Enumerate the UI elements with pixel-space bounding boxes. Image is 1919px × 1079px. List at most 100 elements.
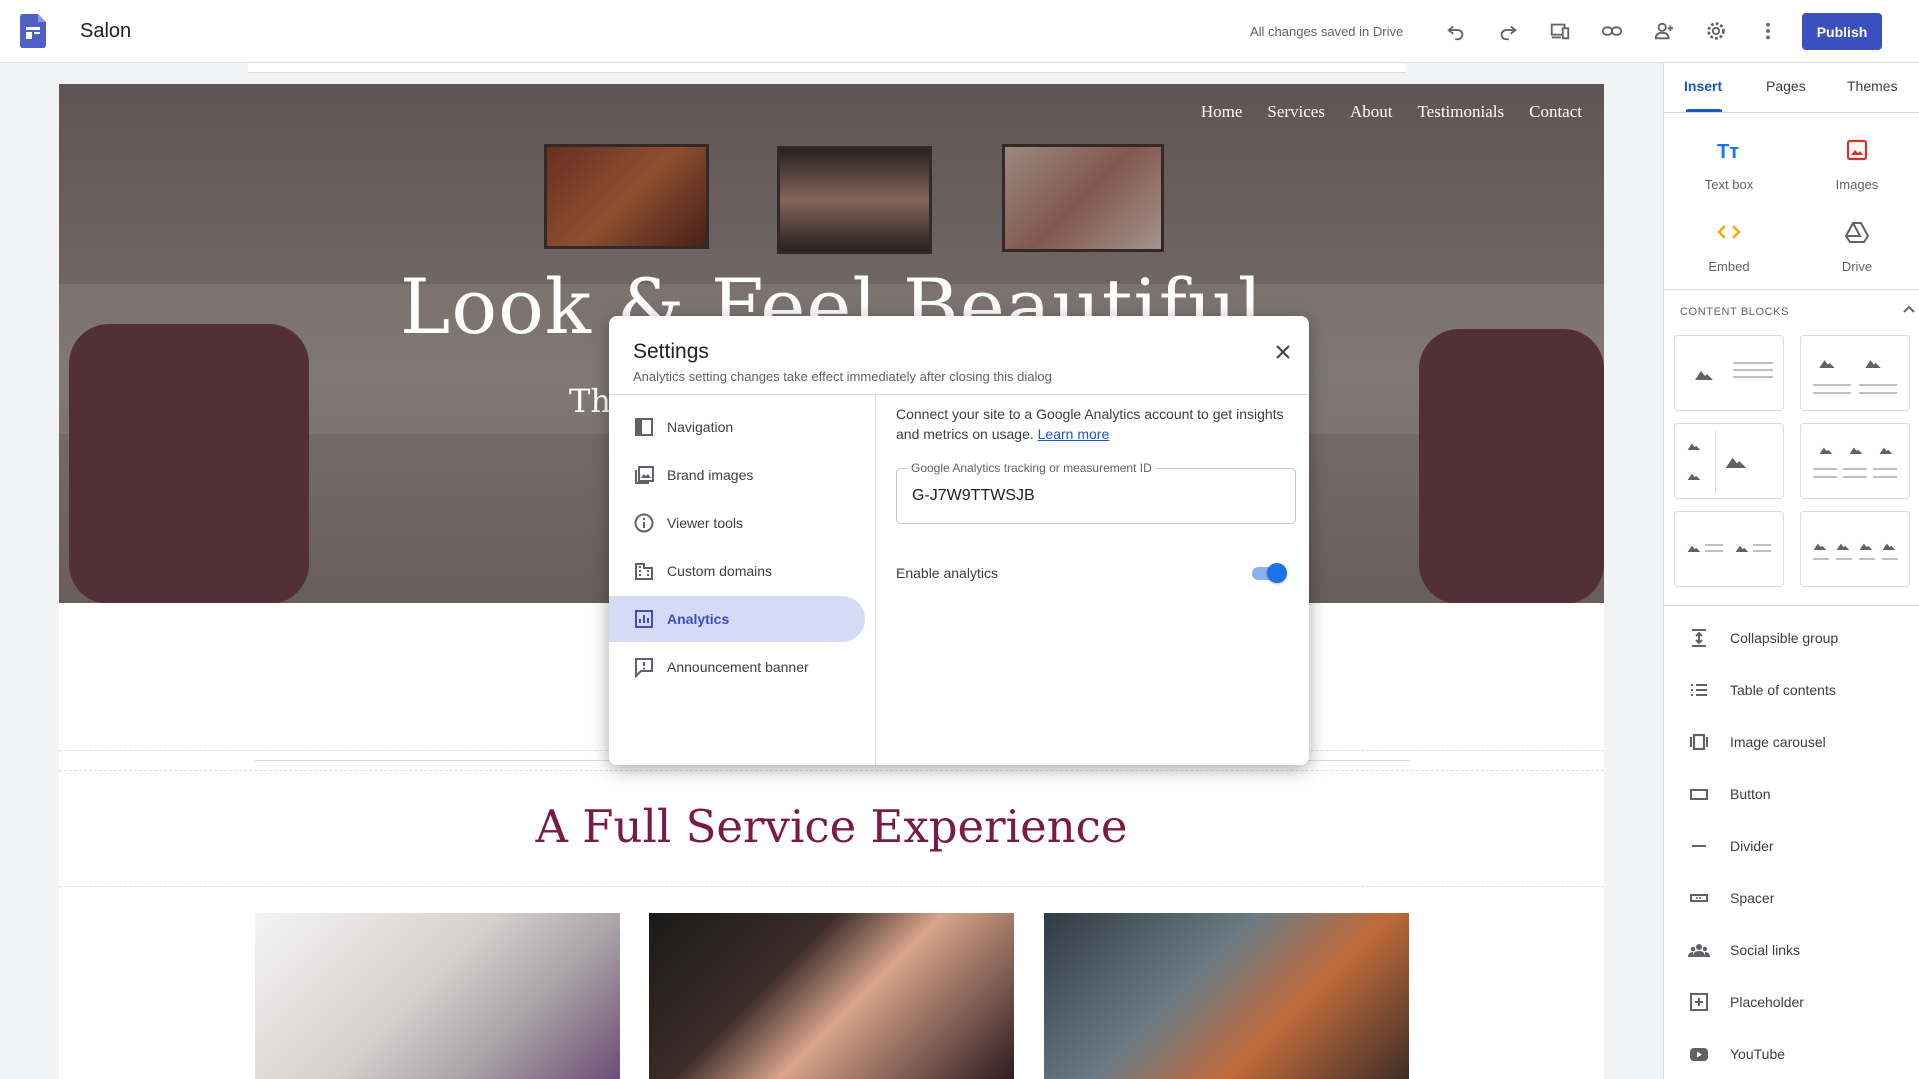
insert-divider[interactable]: Divider	[1664, 826, 1919, 866]
tab-pages[interactable]: Pages	[1766, 78, 1806, 94]
content-block-5[interactable]	[1674, 511, 1784, 587]
content-block-3[interactable]	[1674, 423, 1784, 499]
insert-image-carousel[interactable]: Image carousel	[1664, 722, 1919, 762]
settings-nav-analytics-label: Analytics	[667, 611, 730, 627]
settings-nav-custom-domains-label: Custom domains	[667, 563, 773, 579]
content-block-2[interactable]	[1800, 335, 1910, 411]
settings-nav-navigation[interactable]: Navigation	[609, 404, 865, 450]
content-block-1[interactable]	[1674, 335, 1784, 411]
insert-collapsible-group[interactable]: Collapsible group	[1664, 618, 1919, 658]
redo-icon[interactable]	[1493, 16, 1523, 46]
settings-nav-custom-domains[interactable]: Custom domains	[609, 548, 865, 594]
site-nav-testimonials[interactable]: Testimonials	[1417, 102, 1504, 122]
site-nav-services[interactable]: Services	[1267, 102, 1325, 122]
tab-insert[interactable]: Insert	[1684, 78, 1722, 94]
youtube-icon	[1690, 1048, 1708, 1061]
insert-table-of-contents[interactable]: Table of contents	[1664, 670, 1919, 710]
social-links-icon	[1688, 944, 1710, 957]
content-blocks-header: CONTENT BLOCKS	[1680, 306, 1790, 318]
settings-nav-viewer-tools[interactable]: Viewer tools	[609, 500, 865, 546]
share-add-person-icon[interactable]	[1649, 16, 1679, 46]
table-of-contents-icon	[1691, 684, 1707, 696]
enable-analytics-toggle[interactable]	[1249, 562, 1287, 584]
info-icon	[634, 513, 654, 533]
image-placeholder-icon	[1836, 543, 1850, 550]
collapsible-group-label: Collapsible group	[1730, 630, 1839, 646]
close-icon[interactable]	[1271, 340, 1295, 364]
site-nav-home[interactable]: Home	[1201, 102, 1243, 122]
insert-social-links[interactable]: Social links	[1664, 930, 1919, 970]
image-placeholder-icon	[1859, 543, 1873, 550]
analytics-id-value[interactable]: G-J7W9TTWSJB	[912, 487, 1035, 505]
preview-devices-icon[interactable]	[1545, 16, 1575, 46]
publish-button[interactable]: Publish	[1802, 13, 1882, 50]
link-icon[interactable]	[1597, 16, 1627, 46]
settings-gear-icon[interactable]	[1701, 16, 1731, 46]
more-options-icon[interactable]	[1753, 16, 1783, 46]
analytics-id-field[interactable]: Google Analytics tracking or measurement…	[896, 461, 1296, 524]
placeholder-label: Placeholder	[1730, 994, 1804, 1010]
content-block-4[interactable]	[1800, 423, 1910, 499]
insert-youtube[interactable]: YouTube	[1664, 1034, 1919, 1074]
text-line	[1813, 476, 1837, 478]
settings-nav-viewer-tools-label: Viewer tools	[667, 515, 744, 531]
service-image-1[interactable]	[255, 913, 620, 1079]
insert-spacer[interactable]: Spacer	[1664, 878, 1919, 918]
text-line	[1873, 476, 1897, 478]
service-image-3[interactable]	[1044, 913, 1409, 1079]
site-nav-contact[interactable]: Contact	[1529, 102, 1582, 122]
insert-placeholder[interactable]: Placeholder	[1664, 982, 1919, 1022]
analytics-description: Connect your site to a Google Analytics …	[896, 404, 1296, 444]
insert-drive-label: Drive	[1841, 259, 1873, 274]
settings-dialog: Settings Analytics setting changes take …	[609, 316, 1309, 765]
analytics-chart-icon	[635, 610, 653, 628]
divider-icon	[1692, 845, 1706, 847]
site-title[interactable]: Salon	[80, 20, 131, 43]
table-of-contents-label: Table of contents	[1730, 682, 1836, 698]
panel-tabs: Insert Pages Themes	[1664, 63, 1919, 113]
embed-code-icon	[1717, 225, 1741, 239]
section-title[interactable]: A Full Service Experience	[59, 800, 1604, 853]
insert-embed[interactable]: Embed	[1674, 213, 1784, 283]
save-status: All changes saved in Drive	[1250, 24, 1404, 39]
text-line	[1813, 558, 1829, 560]
content-block-6[interactable]	[1800, 511, 1910, 587]
settings-nav-brand-images-label: Brand images	[667, 467, 754, 483]
insert-text-box[interactable]: Tт Text box	[1674, 131, 1784, 201]
insert-images[interactable]: Images	[1802, 131, 1912, 201]
text-line	[1813, 392, 1851, 394]
toggle-knob	[1267, 563, 1287, 583]
settings-nav-analytics[interactable]: Analytics	[609, 596, 865, 642]
button-label: Button	[1730, 786, 1771, 802]
insert-text-box-label: Text box	[1704, 177, 1754, 192]
text-line	[1813, 468, 1837, 470]
panel-divider	[1664, 605, 1919, 606]
chevron-up-icon[interactable]	[1899, 299, 1919, 319]
text-box-icon: Tт	[1717, 141, 1739, 163]
youtube-label: YouTube	[1730, 1046, 1786, 1062]
text-line	[1813, 384, 1851, 386]
service-image-2[interactable]	[649, 913, 1014, 1079]
settings-nav-announcement-banner[interactable]: Announcement banner	[609, 644, 865, 690]
site-nav-about[interactable]: About	[1350, 102, 1393, 122]
google-sites-logo-icon[interactable]	[20, 14, 46, 48]
section-boundary	[59, 770, 1604, 771]
panel-divider	[1664, 289, 1919, 290]
active-tab-indicator	[1686, 109, 1722, 112]
image-placeholder-icon	[1819, 360, 1835, 368]
image-placeholder-icon	[1695, 371, 1713, 380]
tab-themes[interactable]: Themes	[1847, 78, 1898, 94]
text-line	[1843, 468, 1867, 470]
spacer-icon	[1690, 894, 1708, 902]
insert-button[interactable]: Button	[1664, 774, 1919, 814]
learn-more-link[interactable]: Learn more	[1038, 426, 1110, 442]
insert-drive[interactable]: Drive	[1802, 213, 1912, 283]
text-line	[1733, 376, 1773, 378]
text-line	[1705, 550, 1723, 552]
text-line	[1753, 550, 1771, 552]
hero-subtitle[interactable]: Th	[569, 382, 611, 420]
image-placeholder-icon	[1687, 473, 1701, 480]
undo-icon[interactable]	[1441, 16, 1471, 46]
settings-nav-brand-images[interactable]: Brand images	[609, 452, 865, 498]
image-placeholder-icon	[1735, 545, 1749, 552]
